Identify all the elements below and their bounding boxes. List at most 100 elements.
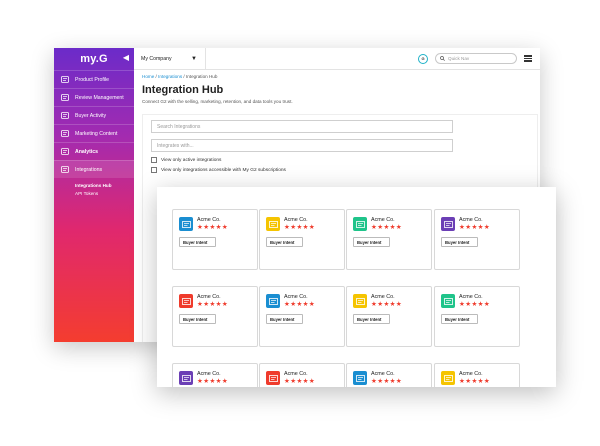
analytics-icon <box>60 148 70 156</box>
star-rating: ★★★★★ <box>459 301 491 308</box>
search-integrations-placeholder: Search Integrations <box>157 123 201 130</box>
avatar[interactable]: G <box>418 53 428 64</box>
sidebar-item-label: Review Management <box>75 94 124 101</box>
integration-logo-icon <box>266 294 280 308</box>
star-rating: ★★★★★ <box>459 224 491 231</box>
sidebar-item-label: Analytics <box>75 148 99 155</box>
integration-logo-icon <box>266 371 280 385</box>
subscription-integrations-label: View only integrations accessible with M… <box>161 167 286 173</box>
integration-logo-icon <box>441 294 455 308</box>
quick-nav-input[interactable]: Quick Nav <box>435 53 517 64</box>
integration-logo-icon <box>266 217 280 231</box>
buyer-intent-badge[interactable]: Buyer Intent <box>353 314 390 324</box>
integration-name: Acme Co. <box>284 217 308 223</box>
integration-card[interactable]: Acme Co.★★★★★Buyer Intent <box>434 286 520 347</box>
integration-card[interactable]: Acme Co.★★★★★Buyer Intent <box>346 363 432 387</box>
subnav-item-api-tokens[interactable]: API Tokens <box>75 190 134 198</box>
star-rating: ★★★★★ <box>284 301 316 308</box>
integration-card[interactable]: Acme Co.★★★★★ Buyer Intent <box>346 286 432 347</box>
integration-logo-icon <box>353 371 367 385</box>
integration-card[interactable]: Acme Co.★★★★★Buyer Intent <box>346 209 432 270</box>
logo[interactable]: my.G <box>80 53 108 65</box>
integrates-with-placeholder: Integrates with... <box>157 142 194 149</box>
integration-card[interactable]: Acme Co.★★★★★ Buyer Intent <box>259 286 345 347</box>
subnav-item-integrations-hub[interactable]: Integrations Hub <box>75 182 134 190</box>
logo-row: my.G ◀ <box>54 48 134 70</box>
review-icon <box>60 94 70 102</box>
search-icon <box>440 56 445 61</box>
buyer-intent-badge[interactable]: Buyer Intent <box>441 314 478 324</box>
breadcrumb-current: Integration Hub <box>185 74 218 79</box>
search-integrations-input[interactable]: Search Integrations <box>151 120 453 133</box>
integration-card[interactable]: Acme Co.★★★★★Buyer Intent <box>172 363 258 387</box>
buyer-intent-badge[interactable]: Buyer Intent <box>266 237 303 247</box>
integrations-icon <box>60 166 70 174</box>
sidebar-item-product-profile[interactable]: Product Profile <box>54 70 134 88</box>
sidebar-item-buyer-activity[interactable]: Buyer Activity <box>54 106 134 124</box>
integration-card[interactable]: Acme Co.★★★★★Buyer Intent <box>259 363 345 387</box>
integrates-with-input[interactable]: Integrates with... <box>151 139 453 152</box>
integration-card[interactable]: Acme Co.★★★★★ Buyer Intent <box>172 286 258 347</box>
subnav: Integrations Hub API Tokens <box>54 178 134 202</box>
integration-name: Acme Co. <box>197 294 221 300</box>
integration-logo-icon <box>441 217 455 231</box>
star-rating: ★★★★★ <box>459 378 491 385</box>
integration-card[interactable]: Acme Co.★★★★★Buyer Intent <box>434 363 520 387</box>
integration-card[interactable]: Acme Co.★★★★★ Buyer Intent <box>172 209 258 270</box>
collapse-sidebar-icon[interactable]: ◀ <box>123 53 129 62</box>
star-rating: ★★★★★ <box>197 301 229 308</box>
integration-logo-icon <box>441 371 455 385</box>
buyer-intent-badge[interactable]: Buyer Intent <box>441 237 478 247</box>
company-select[interactable]: My Company ▼ <box>134 48 206 70</box>
integration-card[interactable]: Acme Co.★★★★★ Buyer Intent <box>259 209 345 270</box>
sidebar-item-label: Marketing Content <box>75 130 118 137</box>
integration-logo-icon <box>179 217 193 231</box>
integration-name: Acme Co. <box>459 217 483 223</box>
star-rating: ★★★★★ <box>197 224 229 231</box>
integrations-card-grid: Acme Co. ★★★★★ Buyer Intent Acme Co. ★★★★★ Bu… <box>157 187 556 387</box>
checkbox-box[interactable] <box>151 157 157 163</box>
page-subtitle: Connect G2 with the selling, marketing, … <box>142 99 293 104</box>
activity-icon <box>60 112 70 120</box>
buyer-intent-badge[interactable]: Buyer Intent <box>179 237 216 247</box>
star-rating: ★★★★★ <box>371 378 403 385</box>
star-rating: ★★★★★ <box>284 224 316 231</box>
breadcrumb: Home / Integrations / Integration Hub <box>142 74 532 79</box>
quick-nav-placeholder: Quick Nav <box>448 56 470 61</box>
star-rating: ★★★★★ <box>371 224 403 231</box>
content-icon <box>60 130 70 138</box>
sidebar-item-marketing-content[interactable]: Marketing Content <box>54 124 134 142</box>
checkbox-box[interactable] <box>151 167 157 173</box>
page-title: Integration Hub <box>142 84 224 96</box>
integration-card[interactable]: Acme Co.★★★★★ Buyer Intent <box>434 209 520 270</box>
sidebar-item-label: Product Profile <box>75 76 110 83</box>
topbar-right: G Quick Nav <box>418 53 540 64</box>
integration-name: Acme Co. <box>371 294 395 300</box>
buyer-intent-badge[interactable]: Buyer Intent <box>179 314 216 324</box>
breadcrumb-home[interactable]: Home <box>142 74 154 79</box>
star-rating: ★★★★★ <box>371 301 403 308</box>
sidebar-item-label: Integrations <box>75 166 103 173</box>
sidebar-item-review-management[interactable]: Review Management <box>54 88 134 106</box>
company-label: My Company <box>141 55 172 62</box>
integration-name: Acme Co. <box>371 371 395 377</box>
sidebar-item-integrations[interactable]: Integrations <box>54 160 134 178</box>
caret-down-icon: ▼ <box>191 55 197 62</box>
subscription-integrations-checkbox[interactable]: View only integrations accessible with M… <box>151 167 286 173</box>
integration-logo-icon <box>179 371 193 385</box>
integration-name: Acme Co. <box>197 371 221 377</box>
buyer-intent-badge[interactable]: Buyer Intent <box>266 314 303 324</box>
integration-name: Acme Co. <box>284 371 308 377</box>
hamburger-menu-icon[interactable] <box>524 54 532 63</box>
sidebar-item-analytics[interactable]: Analytics <box>54 142 134 160</box>
breadcrumb-integrations[interactable]: Integrations <box>158 74 182 79</box>
integration-name: Acme Co. <box>459 371 483 377</box>
integration-name: Acme Co. <box>197 217 221 223</box>
sidebar: my.G ◀ Product Profile Review Management B… <box>54 48 134 342</box>
integration-logo-icon <box>179 294 193 308</box>
integration-name: Acme Co. <box>284 294 308 300</box>
profile-icon <box>60 76 70 84</box>
active-integrations-checkbox[interactable]: View only active integrations <box>151 157 221 163</box>
active-integrations-label: View only active integrations <box>161 157 222 163</box>
buyer-intent-badge[interactable]: Buyer Intent <box>353 237 390 247</box>
